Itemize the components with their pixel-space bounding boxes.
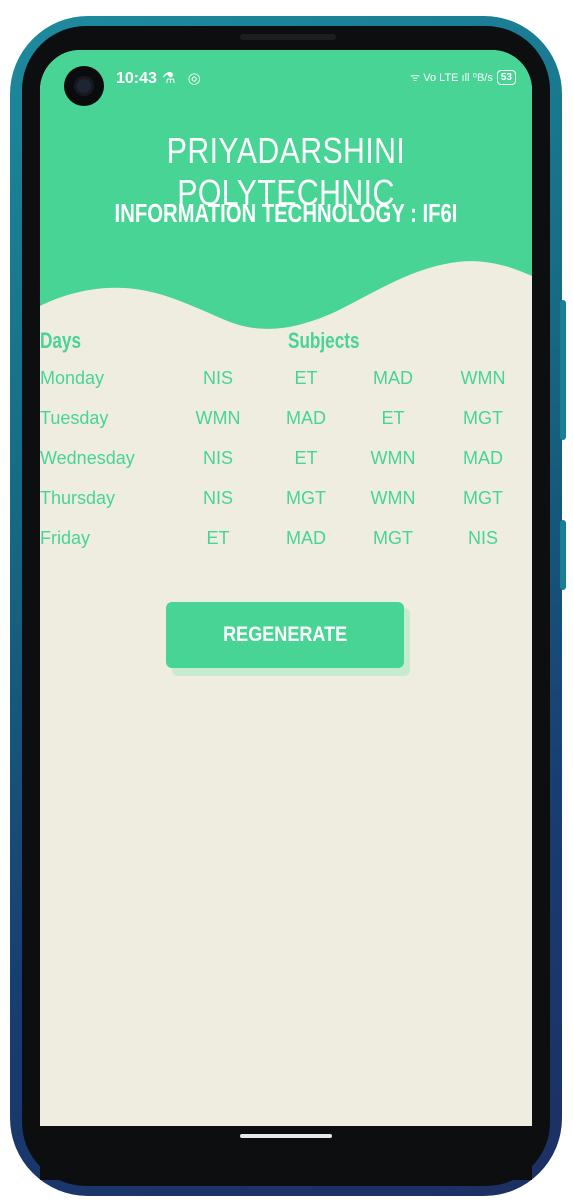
day-cell: Monday	[40, 368, 105, 388]
table-row: Thursday NIS MGT WMN MGT	[40, 488, 532, 518]
signal-wifi-icon: ᯤ Vo LTE ıll ⁰B/s	[410, 72, 493, 84]
table-row: Wednesday NIS ET WMN MAD	[40, 448, 532, 478]
regenerate-label: REGENERATE	[222, 623, 348, 646]
battery-icon: 53	[496, 70, 516, 85]
power-button	[560, 520, 566, 590]
subject-cell: MGT	[463, 488, 503, 508]
subject-cell: NIS	[202, 368, 234, 388]
day-cell: Tuesday	[40, 408, 109, 428]
subject-cell: WMN	[370, 488, 416, 508]
days-header: Days	[40, 328, 82, 353]
subject-cell: MGT	[463, 408, 503, 428]
subject-cell: MAD	[463, 448, 503, 468]
subject-cell: NIS	[202, 488, 234, 508]
subject-cell: MAD	[286, 408, 326, 428]
status-bar: 10:43 ⚗ ◎ ᯤ Vo LTE ıll ⁰B/s 53	[40, 50, 532, 106]
navigation-bar	[40, 1126, 532, 1180]
subject-cell: ET	[381, 408, 405, 428]
day-cell: Wednesday	[40, 448, 135, 468]
table-row: Monday NIS ET MAD WMN	[40, 368, 532, 398]
clock: 10:43	[116, 70, 157, 87]
table-row: Friday ET MAD MGT NIS	[40, 528, 532, 558]
subject-cell: ET	[294, 448, 318, 468]
subject-cell: WMN	[370, 448, 416, 468]
subject-cell: NIS	[467, 528, 499, 548]
system-icons: ᯤ Vo LTE ıll ⁰B/s 53	[410, 70, 516, 85]
subject-cell: MGT	[286, 488, 326, 508]
timetable-header: Days Subjects	[40, 328, 532, 358]
subject-cell: NIS	[202, 448, 234, 468]
subject-cell: MAD	[286, 528, 326, 548]
app-screen: 10:43 ⚗ ◎ ᯤ Vo LTE ıll ⁰B/s 53 PRIYADARS…	[40, 50, 532, 1126]
day-cell: Friday	[40, 528, 91, 548]
front-camera	[64, 66, 104, 106]
table-row: Tuesday WMN MAD ET MGT	[40, 408, 532, 438]
subjects-header: Subjects	[288, 328, 360, 353]
subject-cell: ET	[206, 528, 230, 548]
subject-cell: MGT	[373, 528, 413, 548]
earpiece-speaker	[240, 34, 336, 40]
subject-cell: WMN	[460, 368, 506, 388]
notification-icons: ⚗ ◎	[162, 70, 205, 87]
volume-button	[560, 300, 566, 440]
home-indicator[interactable]	[240, 1134, 332, 1138]
subject-cell: MAD	[373, 368, 413, 388]
regenerate-button[interactable]: REGENERATE	[166, 602, 404, 668]
subject-cell: WMN	[195, 408, 241, 428]
day-cell: Thursday	[40, 488, 116, 508]
subject-cell: ET	[294, 368, 318, 388]
department-title: INFORMATION TECHNOLOGY : IF6I	[114, 198, 458, 228]
